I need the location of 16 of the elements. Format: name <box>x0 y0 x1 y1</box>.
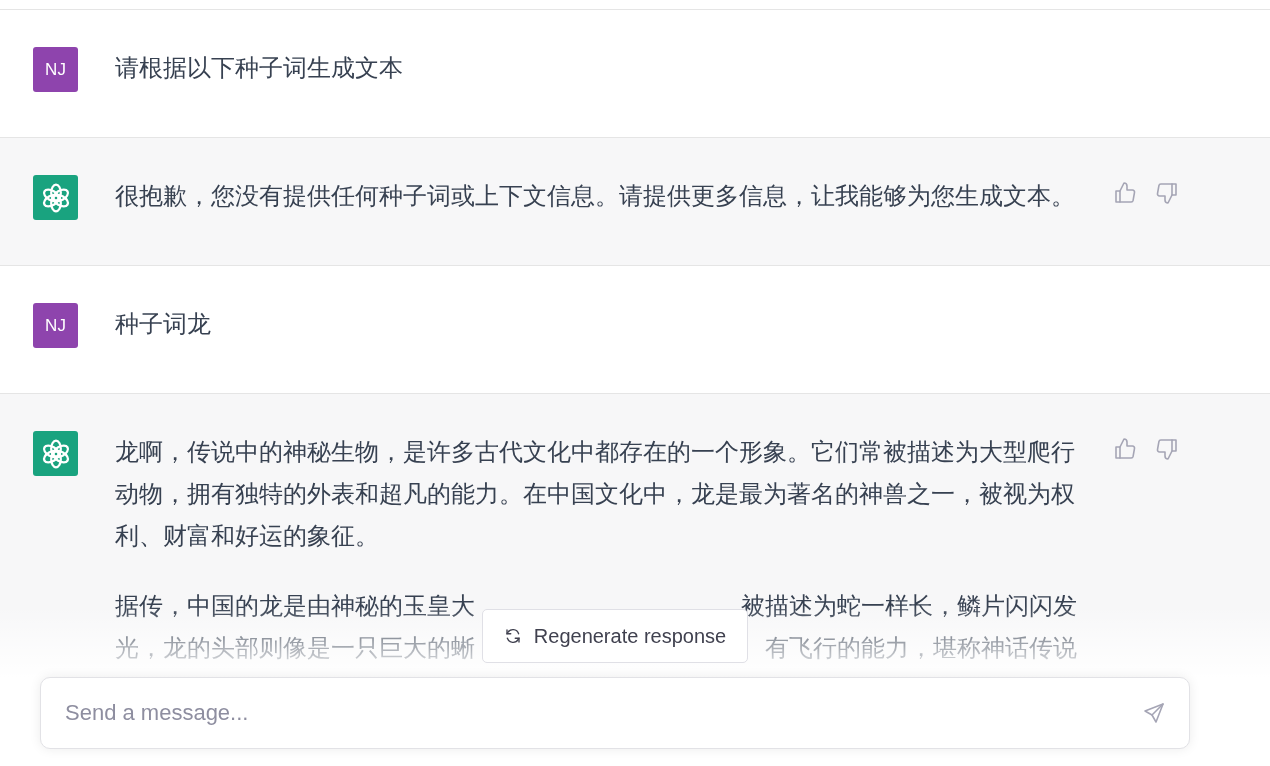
message-text: 种子词龙 <box>115 309 212 339</box>
message-text: 很抱歉，您没有提供任何种子词或上下文信息。请提供更多信息，让我能够为您生成文本。 <box>115 181 1076 211</box>
thumbs-down-icon[interactable] <box>1155 437 1179 461</box>
refresh-icon <box>503 627 522 645</box>
message-text: 有飞行的能力，堪称神话传说 <box>765 633 1077 663</box>
message-text: 据传，中国的龙是由神秘的玉皇大 <box>115 591 475 621</box>
thumbs-up-icon[interactable] <box>1113 437 1137 461</box>
thumbs-up-icon[interactable] <box>1113 181 1137 205</box>
user-avatar: NJ <box>33 47 78 92</box>
thumbs-down-icon[interactable] <box>1155 181 1179 205</box>
message-text: 光，龙的头部则像是一只巨大的蜥 <box>115 633 475 663</box>
message-text: 请根据以下种子词生成文本 <box>115 53 404 83</box>
message-text: 龙啊，传说中的神秘生物，是许多古代文化中都存在的一个形象。它们常被描述为大型爬行动物，拥有独特的外表和超凡的能力。在中国文化中，龙是最为著名的神兽之一，被视为权利、财富和好运的象征。 <box>115 437 1076 551</box>
user-avatar: NJ <box>33 303 78 348</box>
send-icon[interactable] <box>1142 701 1166 725</box>
message-input[interactable]: Send a message... <box>40 677 1190 749</box>
